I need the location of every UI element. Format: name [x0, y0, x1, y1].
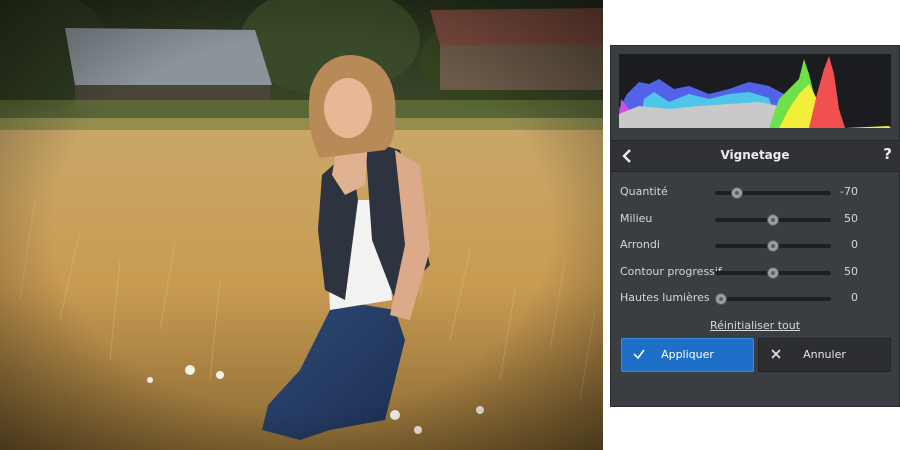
vignette-panel: Vignetage ? Quantité -70 Milieu 50 Arron… [610, 45, 900, 407]
slider-label: Hautes lumières [620, 291, 710, 304]
slider-row-milieu: Milieu 50 [610, 210, 900, 230]
slider-value: 0 [851, 291, 858, 304]
help-button[interactable]: ? [883, 145, 892, 163]
cancel-label: Annuler [803, 348, 846, 361]
histogram-graph [619, 56, 891, 128]
slider-label: Milieu [620, 212, 653, 225]
slider-row-hautes-lumieres: Hautes lumières 0 [610, 289, 900, 309]
slider-thumb[interactable] [767, 240, 779, 252]
slider-label: Contour progressif [620, 265, 722, 278]
slider-label: Quantité [620, 185, 668, 198]
milieu-slider[interactable] [715, 214, 831, 226]
slider-thumb[interactable] [767, 214, 779, 226]
cancel-button[interactable]: Annuler [758, 338, 891, 372]
histogram [619, 54, 891, 128]
slider-value: -70 [840, 185, 858, 198]
slider-thumb[interactable] [767, 267, 779, 279]
slider-row-quantite: Quantité -70 [610, 183, 900, 203]
hautes-lumieres-slider[interactable] [714, 293, 831, 305]
slider-thumb[interactable] [714, 293, 727, 305]
slider-value: 0 [851, 238, 858, 251]
apply-button[interactable]: Appliquer [621, 338, 754, 372]
slider-value: 50 [844, 265, 858, 278]
quantite-slider[interactable] [715, 187, 831, 199]
photo-preview [0, 0, 603, 450]
slider-row-arrondi: Arrondi 0 [610, 236, 900, 256]
slider-row-contour-progressif: Contour progressif 50 [610, 263, 900, 283]
arrondi-slider[interactable] [715, 240, 831, 252]
panel-header: Vignetage ? [610, 140, 900, 172]
slider-label: Arrondi [620, 238, 660, 251]
reset-all-link[interactable]: Réinitialiser tout [610, 319, 900, 332]
apply-label: Appliquer [661, 348, 714, 361]
slider-thumb[interactable] [731, 187, 744, 199]
slider-value: 50 [844, 212, 858, 225]
photo-image [0, 0, 603, 450]
contour-progressif-slider[interactable] [715, 267, 831, 279]
panel-title: Vignetage [720, 148, 790, 162]
